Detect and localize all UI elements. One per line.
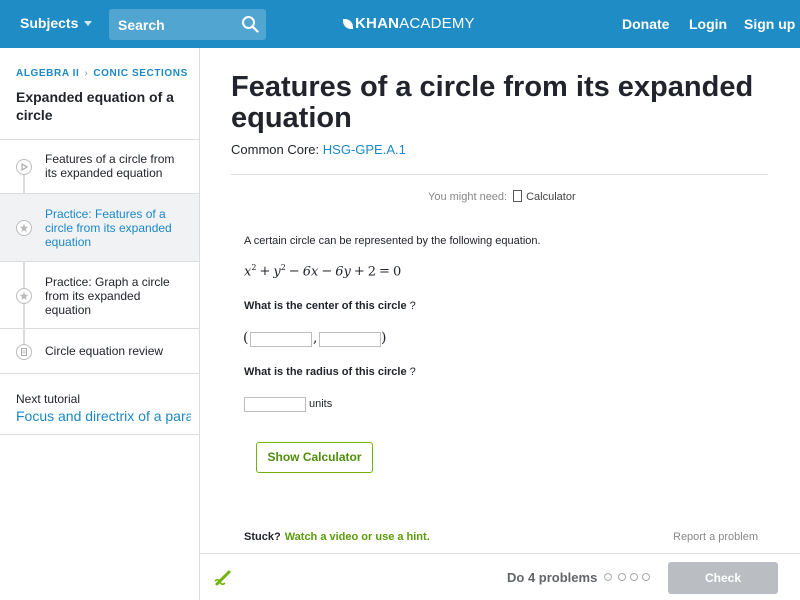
check-button[interactable]: Check xyxy=(668,562,778,594)
progress-dot xyxy=(642,573,650,581)
stuck-label: Stuck? xyxy=(244,531,281,543)
search-icon[interactable] xyxy=(241,15,259,33)
hint-link[interactable]: Watch a video or use a hint. xyxy=(285,531,430,543)
next-tutorial-label: Next tutorial xyxy=(16,392,81,406)
breadcrumb: ALGEBRA II › CONIC SECTIONS xyxy=(16,68,188,79)
eq-operator: + xyxy=(353,264,365,280)
stuck-hint-bar: Stuck? Watch a video or use a hint. xyxy=(244,531,430,543)
page-title: Features of a circle from its expanded e… xyxy=(231,71,754,134)
login-link[interactable]: Login xyxy=(689,16,727,32)
units-label: units xyxy=(309,398,333,410)
center-y-input[interactable] xyxy=(319,332,381,347)
common-core-standard: Common Core: HSG-GPE.A.1 xyxy=(231,142,406,157)
radius-input[interactable] xyxy=(244,397,306,412)
eq-operator: − xyxy=(321,264,333,280)
radius-question: What is the radius of this circle ? xyxy=(244,366,416,378)
breadcrumb-algebra[interactable]: ALGEBRA II xyxy=(16,68,79,79)
scratchpad-pencil-icon[interactable] xyxy=(212,567,234,589)
progress-dot xyxy=(630,573,638,581)
chevron-down-icon xyxy=(84,21,93,26)
khan-academy-logo[interactable]: KHANACADEMY xyxy=(343,15,475,32)
sidebar-item-label: Practice: Graph a circle from its expand… xyxy=(45,275,170,317)
tools-needed: You might need: Calculator xyxy=(428,190,576,203)
sidebar-item-label: Features of a circle from its expanded e… xyxy=(45,152,175,180)
eq-term: 2 xyxy=(367,264,377,280)
search-placeholder: Search xyxy=(118,17,165,33)
center-x-input[interactable] xyxy=(250,332,312,347)
subjects-menu-button[interactable]: Subjects xyxy=(20,15,93,31)
eq-exponent: 2 xyxy=(280,263,286,272)
donate-link[interactable]: Donate xyxy=(622,16,669,32)
divider xyxy=(231,174,768,175)
subjects-label: Subjects xyxy=(20,15,79,31)
common-core-link[interactable]: HSG-GPE.A.1 xyxy=(323,142,406,157)
sidebar-item-label: Practice: Features of a circle from its … xyxy=(45,207,172,249)
article-icon xyxy=(16,344,32,360)
logo-text: ACADEMY xyxy=(399,15,475,32)
common-core-label: Common Core: xyxy=(231,142,320,157)
calculator-icon xyxy=(513,190,523,202)
eq-term: y xyxy=(273,264,281,280)
center-question: What is the center of this circle ? xyxy=(244,300,416,312)
chevron-right-icon: › xyxy=(84,68,89,79)
circle-equation: x2 + y2−6x −6y +2 = 0 xyxy=(244,263,401,279)
eq-term: 6x xyxy=(302,264,319,280)
sidebar-item-practice-graph[interactable]: Practice: Graph a circle from its expand… xyxy=(0,262,199,328)
you-might-need-label: You might need: xyxy=(428,191,508,203)
star-icon xyxy=(16,220,32,236)
divider xyxy=(0,373,199,374)
sidebar-item-video[interactable]: Features of a circle from its expanded e… xyxy=(0,140,199,193)
eq-operator: + xyxy=(259,264,271,280)
show-calculator-button[interactable]: Show Calculator xyxy=(256,442,373,473)
eq-operator: − xyxy=(288,264,300,280)
open-paren: ( xyxy=(243,330,249,346)
signup-link[interactable]: Sign up xyxy=(744,16,795,32)
eq-term: 0 xyxy=(392,264,402,280)
top-nav-bar: Subjects Search KHANACADEMY Donate Login… xyxy=(0,0,800,48)
eq-operator: = xyxy=(379,264,390,280)
eq-exponent: 2 xyxy=(251,263,257,272)
tutorial-title: Expanded equation of a circle xyxy=(16,89,174,123)
breadcrumb-conic-sections[interactable]: CONIC SECTIONS xyxy=(93,68,188,79)
do-problems-label: Do 4 problems xyxy=(507,570,598,585)
divider xyxy=(0,434,199,435)
progress-dot xyxy=(618,573,626,581)
close-paren: ) xyxy=(381,330,387,346)
eq-term: 6y xyxy=(335,264,351,280)
play-icon xyxy=(16,159,32,175)
sidebar-item-review[interactable]: Circle equation review xyxy=(0,329,199,373)
leaf-icon xyxy=(343,19,353,29)
problem-prompt: A certain circle can be represented by t… xyxy=(244,235,541,247)
sidebar-item-practice-features[interactable]: Practice: Features of a circle from its … xyxy=(0,194,199,261)
tutorial-sidebar: ALGEBRA II › CONIC SECTIONS Expanded equat… xyxy=(0,48,200,600)
star-icon xyxy=(16,288,32,304)
sidebar-item-label: Circle equation review xyxy=(45,344,164,358)
search-input[interactable]: Search xyxy=(109,9,266,40)
logo-text-bold: KHAN xyxy=(355,15,400,32)
progress-dot xyxy=(604,573,612,581)
calculator-link[interactable]: Calculator xyxy=(526,191,576,203)
radius-question-text: What is the radius of this circle xyxy=(244,366,407,378)
question-mark: ? xyxy=(409,300,416,312)
next-tutorial-link[interactable]: Focus and directrix of a parabola xyxy=(16,408,191,424)
comma: , xyxy=(313,330,318,346)
report-problem-link[interactable]: Report a problem xyxy=(673,531,758,543)
question-mark: ? xyxy=(409,366,416,378)
center-question-text: What is the center of this circle xyxy=(244,300,407,312)
